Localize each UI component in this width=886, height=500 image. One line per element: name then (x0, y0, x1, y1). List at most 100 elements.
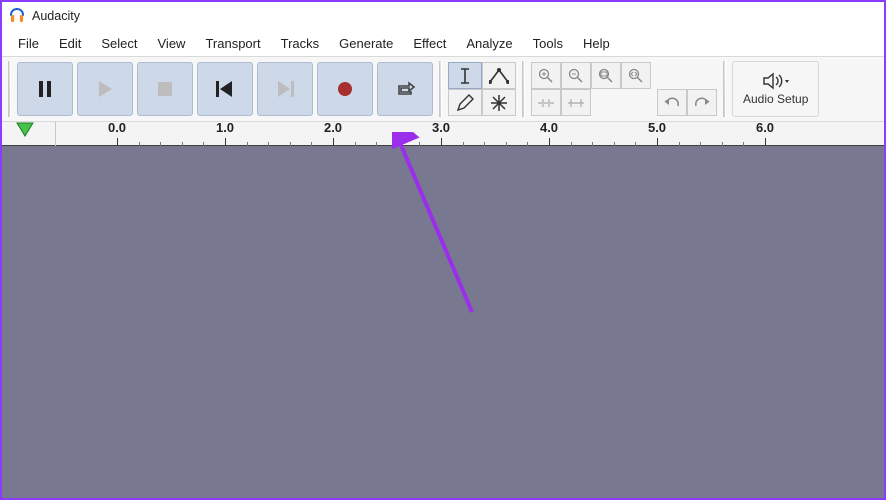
pause-icon (37, 80, 53, 98)
zoom-out-button[interactable] (561, 62, 591, 89)
app-title: Audacity (32, 9, 80, 23)
menu-tools[interactable]: Tools (523, 33, 573, 54)
ruler-minor-tick (527, 142, 528, 146)
playhead-marker-icon (16, 122, 34, 138)
ruler-tick-label: 2.0 (324, 120, 342, 135)
ruler-minor-tick (419, 142, 420, 146)
speaker-icon (762, 72, 790, 90)
asterisk-icon (490, 94, 508, 112)
ruler-tick-label: 1.0 (216, 120, 234, 135)
record-button[interactable] (317, 62, 373, 116)
toolbars: Audio Setup (2, 56, 884, 122)
titlebar: Audacity (2, 2, 884, 30)
ruler-minor-tick (311, 142, 312, 146)
skip-end-icon (275, 80, 295, 98)
spacer (687, 62, 717, 89)
ruler-minor-tick (268, 142, 269, 146)
ruler-tick (549, 138, 550, 146)
menu-help[interactable]: Help (573, 33, 620, 54)
ruler-minor-tick (463, 142, 464, 146)
ruler-tick-label: 5.0 (648, 120, 666, 135)
spacer (621, 89, 651, 116)
selection-tool[interactable] (448, 62, 482, 89)
ruler-minor-tick (182, 142, 183, 146)
undo-button[interactable] (657, 89, 687, 116)
ruler-minor-tick (635, 142, 636, 146)
ruler-tick-label: 6.0 (756, 120, 774, 135)
ruler-minor-tick (203, 142, 204, 146)
ruler-minor-tick (484, 142, 485, 146)
skip-start-button[interactable] (197, 62, 253, 116)
ruler-tick-label: 3.0 (432, 120, 450, 135)
loop-button[interactable] (377, 62, 433, 116)
menu-file[interactable]: File (8, 33, 49, 54)
draw-tool[interactable] (448, 89, 482, 116)
silence-button[interactable] (561, 89, 591, 116)
ruler-minor-tick (679, 142, 680, 146)
skip-start-icon (215, 80, 235, 98)
ruler-minor-tick (743, 142, 744, 146)
loop-icon (395, 80, 415, 98)
redo-button[interactable] (687, 89, 717, 116)
menu-tracks[interactable]: Tracks (271, 33, 330, 54)
menu-generate[interactable]: Generate (329, 33, 403, 54)
tracks-area[interactable] (2, 146, 884, 498)
menu-effect[interactable]: Effect (403, 33, 456, 54)
ruler-minor-tick (700, 142, 701, 146)
audio-setup-button[interactable]: Audio Setup (732, 61, 819, 117)
toolbar-grip[interactable] (723, 61, 726, 117)
ruler-minor-tick (722, 142, 723, 146)
skip-end-button[interactable] (257, 62, 313, 116)
play-button[interactable] (77, 62, 133, 116)
menubar: File Edit Select View Transport Tracks G… (2, 30, 884, 56)
fit-selection-icon (598, 68, 614, 84)
pencil-icon (456, 94, 474, 112)
ruler-tick-label: 0.0 (108, 120, 126, 135)
ruler-minor-tick (376, 142, 377, 146)
toolbar-grip[interactable] (8, 61, 11, 117)
toolbar-grip[interactable] (439, 61, 442, 117)
ruler-minor-tick (506, 142, 507, 146)
audio-setup-label: Audio Setup (743, 92, 808, 106)
play-icon (96, 80, 114, 98)
ruler-head[interactable] (2, 122, 56, 146)
menu-analyze[interactable]: Analyze (456, 33, 522, 54)
ruler-minor-tick (355, 142, 356, 146)
redo-icon (694, 96, 710, 110)
zoom-in-icon (538, 68, 554, 84)
envelope-tool[interactable] (482, 62, 516, 89)
app-icon (8, 7, 26, 25)
ruler-minor-tick (139, 142, 140, 146)
menu-edit[interactable]: Edit (49, 33, 91, 54)
pause-button[interactable] (17, 62, 73, 116)
ruler-tick (225, 138, 226, 146)
menu-view[interactable]: View (148, 33, 196, 54)
record-icon (336, 80, 354, 98)
menu-transport[interactable]: Transport (195, 33, 270, 54)
tools-toolbar (448, 62, 516, 116)
ruler-tick (117, 138, 118, 146)
timeline-ruler-row: 0.0 1.0 2.0 3.0 4.0 5.0 6.0 (2, 122, 884, 146)
zoom-in-button[interactable] (531, 62, 561, 89)
toolbar-grip[interactable] (522, 61, 525, 117)
trim-button[interactable] (531, 89, 561, 116)
ruler-minor-tick (571, 142, 572, 146)
spacer (657, 62, 687, 89)
undo-icon (664, 96, 680, 110)
fit-project-button[interactable] (621, 62, 651, 89)
ruler-tick (333, 138, 334, 146)
menu-select[interactable]: Select (91, 33, 147, 54)
stop-button[interactable] (137, 62, 193, 116)
timeline-ruler[interactable]: 0.0 1.0 2.0 3.0 4.0 5.0 6.0 (56, 122, 884, 146)
ruler-tick (765, 138, 766, 146)
ruler-tick (657, 138, 658, 146)
ruler-minor-tick (247, 142, 248, 146)
trim-icon (537, 97, 555, 109)
fit-selection-button[interactable] (591, 62, 621, 89)
ruler-minor-tick (592, 142, 593, 146)
multi-tool[interactable] (482, 89, 516, 116)
ruler-tick-label: 4.0 (540, 120, 558, 135)
stop-icon (157, 81, 173, 97)
ruler-minor-tick (398, 142, 399, 146)
transport-toolbar (17, 61, 433, 117)
